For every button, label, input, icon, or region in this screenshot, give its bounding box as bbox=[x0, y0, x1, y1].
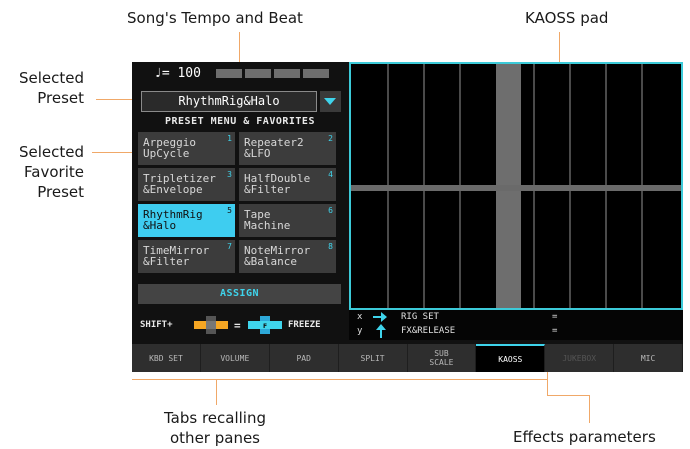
tab-label: PAD bbox=[296, 354, 310, 363]
favorite-number: 1 bbox=[227, 134, 232, 143]
callout-favorite-line3: Preset bbox=[37, 183, 84, 201]
callout-selected-preset-line1: Selected bbox=[18, 69, 84, 87]
effects-parameters: x RIG SET = y FX&RELEASE = bbox=[349, 310, 683, 340]
favorite-label-line2: Machine bbox=[244, 219, 291, 232]
tab-label: SPLIT bbox=[361, 354, 385, 363]
beat-indicator-4 bbox=[303, 68, 329, 78]
favorite-number: 8 bbox=[328, 242, 333, 251]
favorite-slot-5[interactable]: 5 RhythmRig &Halo bbox=[138, 204, 235, 237]
tab-sub[interactable]: SUB SCALE bbox=[408, 344, 477, 372]
arrow-up-icon bbox=[376, 324, 386, 338]
tab-label-line2: SCALE bbox=[429, 358, 454, 367]
tab-label-line1: PAD bbox=[296, 353, 311, 363]
favorite-slot-7[interactable]: 7 TimeMirror &Filter bbox=[138, 240, 235, 273]
tab-label-line1: JUKEBOX bbox=[562, 353, 597, 363]
callout-effects-parameters: Effects parameters bbox=[513, 428, 656, 446]
tab-label: KBD SET bbox=[149, 354, 183, 363]
callout-tabs-line1: Tabs recalling bbox=[163, 409, 266, 427]
favorite-slot-6[interactable]: 6 Tape Machine bbox=[239, 204, 336, 237]
shift-equals: = bbox=[234, 319, 241, 332]
x-param-value: = bbox=[552, 312, 558, 322]
callout-kaoss-pad: KAOSS pad bbox=[525, 9, 609, 27]
device-screen: ♩= 100 RhythmRig&Halo PRESET MENU & FAVO… bbox=[132, 62, 683, 372]
favorite-number: 4 bbox=[328, 170, 333, 179]
favorite-label-line2: &Halo bbox=[143, 219, 177, 232]
freeze-pad-icon: F bbox=[248, 316, 282, 334]
favorite-number: 5 bbox=[227, 206, 232, 215]
callout-line-tabs-h bbox=[132, 379, 547, 380]
callout-line-effects-h bbox=[547, 395, 589, 396]
x-axis-label: x bbox=[357, 312, 363, 322]
beat-indicator-1 bbox=[216, 68, 242, 78]
callout-favorite-line1: Selected bbox=[18, 143, 84, 161]
tab-label-line1: KAOSS bbox=[498, 354, 523, 364]
tab-jukebox[interactable]: JUKEBOX bbox=[545, 344, 615, 372]
freeze-label: FREEZE bbox=[288, 320, 321, 330]
preset-menu-title: PRESET MENU & FAVORITES bbox=[165, 116, 315, 127]
callout-line-tabs-v bbox=[216, 379, 217, 405]
tab-split[interactable]: SPLIT bbox=[339, 344, 408, 372]
pane-tabs: KBD SET VOLUME PAD SPLIT SUB SCALE KAOSS JUKEBO… bbox=[132, 344, 683, 372]
kaoss-pad[interactable] bbox=[349, 62, 683, 310]
tab-label: JUKEBOX bbox=[562, 354, 596, 363]
tab-mic[interactable]: MIC bbox=[614, 344, 683, 372]
direction-pad-icon bbox=[194, 316, 228, 334]
y-param-name: FX&RELEASE bbox=[401, 326, 456, 336]
preset-dropdown-button[interactable] bbox=[320, 91, 341, 112]
callout-tabs-recalling: Tabs recalling other panes bbox=[140, 408, 290, 448]
callout-line-tempo bbox=[239, 32, 240, 62]
favorite-number: 6 bbox=[328, 206, 333, 215]
tab-kbd-set[interactable]: KBD SET bbox=[132, 344, 201, 372]
favorite-label-line2: &LFO bbox=[244, 147, 271, 160]
favorite-label-line2: &Envelope bbox=[143, 183, 203, 196]
shift-label: SHIFT+ bbox=[140, 320, 173, 330]
selected-preset-field[interactable]: RhythmRig&Halo bbox=[141, 91, 317, 112]
tab-label: KAOSS bbox=[498, 355, 522, 364]
beat-indicator-2 bbox=[245, 68, 271, 78]
tab-label-line1: VOLUME bbox=[220, 353, 250, 363]
tab-pad[interactable]: PAD bbox=[270, 344, 339, 372]
callout-selected-preset-line2: Preset bbox=[37, 89, 84, 107]
callout-selected-favorite-preset: Selected Favorite Preset bbox=[6, 142, 84, 202]
callout-favorite-line2: Favorite bbox=[24, 163, 84, 181]
tab-label: SUB SCALE bbox=[429, 349, 453, 367]
callout-tabs-line2: other panes bbox=[170, 429, 260, 447]
callout-line-effects-v2 bbox=[589, 395, 590, 423]
beat-indicator-3 bbox=[274, 68, 300, 78]
y-axis-label: y bbox=[357, 326, 363, 336]
svg-text:F: F bbox=[263, 323, 267, 330]
favorite-label-line2: &Filter bbox=[244, 183, 291, 196]
favorite-label-line2: &Balance bbox=[244, 255, 297, 268]
callout-tempo-beat: Song's Tempo and Beat bbox=[127, 9, 303, 27]
favorite-label-line2: &Filter bbox=[143, 255, 190, 268]
favorite-slot-1[interactable]: 1 Arpeggio UpCycle bbox=[138, 132, 235, 165]
favorite-number: 3 bbox=[227, 170, 232, 179]
arrow-right-icon bbox=[373, 312, 387, 322]
shift-freeze-hint: SHIFT+ = F FREEZE bbox=[132, 314, 348, 336]
favorite-number: 7 bbox=[227, 242, 232, 251]
favorite-slot-4[interactable]: 4 HalfDouble &Filter bbox=[239, 168, 336, 201]
assign-button[interactable]: ASSIGN bbox=[138, 284, 341, 304]
tab-label: MIC bbox=[641, 354, 655, 363]
callout-selected-preset: Selected Preset bbox=[6, 68, 84, 108]
favorite-slot-8[interactable]: 8 NoteMirror &Balance bbox=[239, 240, 336, 273]
tab-label-line1: KBD SET bbox=[149, 353, 183, 363]
favorite-number: 2 bbox=[328, 134, 333, 143]
favorite-slot-2[interactable]: 2 Repeater2 &LFO bbox=[239, 132, 336, 165]
tab-label-line1: SUB bbox=[434, 349, 449, 358]
y-param-value: = bbox=[552, 326, 558, 336]
tab-label: VOLUME bbox=[220, 354, 249, 363]
favorite-slot-3[interactable]: 3 Tripletizer &Envelope bbox=[138, 168, 235, 201]
pad-y-position-bar bbox=[351, 185, 681, 191]
tab-label-line1: SPLIT bbox=[360, 353, 385, 363]
tab-kaoss[interactable]: KAOSS bbox=[476, 344, 546, 372]
x-param-name: RIG SET bbox=[401, 312, 439, 322]
tempo-beat-row: ♩= 100 bbox=[132, 62, 348, 84]
tab-label-line1: MIC bbox=[640, 353, 656, 363]
favorite-label-line2: UpCycle bbox=[143, 147, 190, 160]
tab-volume[interactable]: VOLUME bbox=[201, 344, 270, 372]
tempo-display[interactable]: ♩= 100 bbox=[154, 66, 216, 81]
